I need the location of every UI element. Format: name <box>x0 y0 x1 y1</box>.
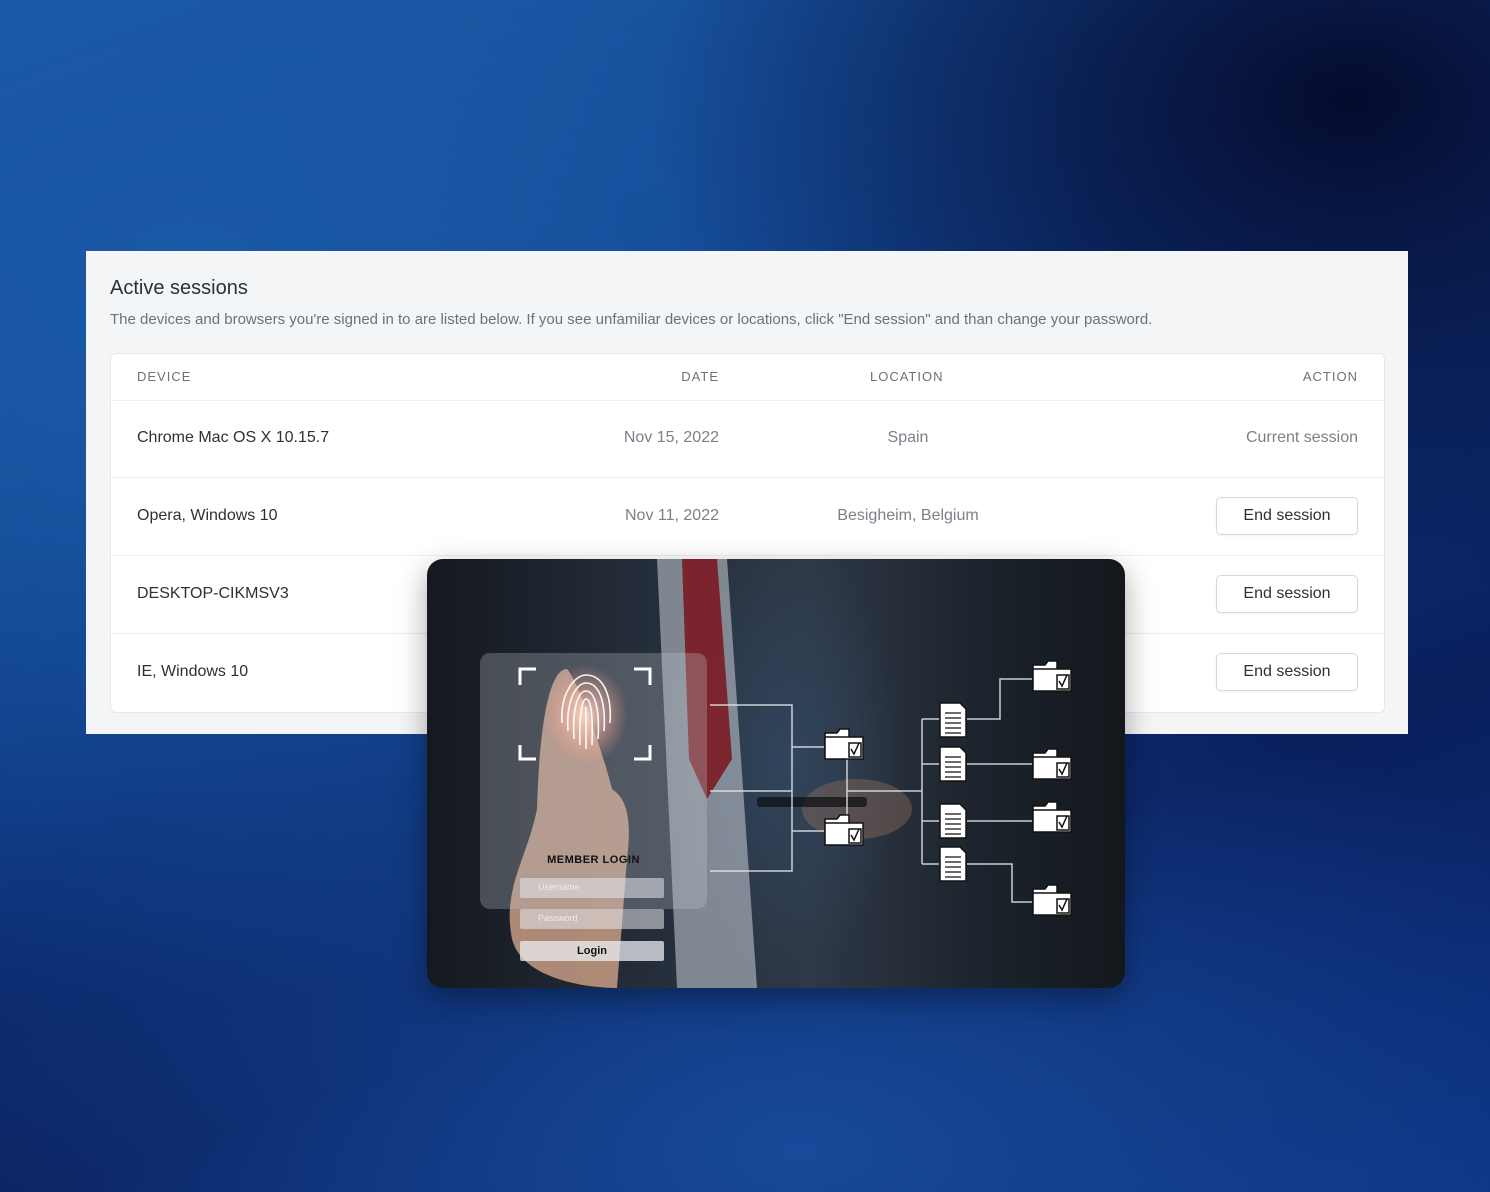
flow-lines <box>710 678 1032 903</box>
header-device: DEVICE <box>137 369 192 384</box>
session-location: Spain <box>887 429 929 446</box>
header-location: LOCATION <box>870 369 944 384</box>
table-row: Chrome Mac OS X 10.15.7 Nov 15, 2022 Spa… <box>111 400 1384 478</box>
fingerprint-icon <box>518 665 652 765</box>
login-button-illustration: Login <box>520 941 664 961</box>
password-field-illustration: Password <box>520 909 664 929</box>
table-row: Opera, Windows 10 Nov 11, 2022 Besigheim… <box>111 478 1384 556</box>
header-date: DATE <box>681 369 719 384</box>
phone-shape <box>757 797 867 807</box>
device-name: IE, Windows 10 <box>137 663 249 680</box>
username-field-illustration: Username <box>520 878 664 898</box>
session-date: Nov 11, 2022 <box>625 507 719 524</box>
header-action: ACTION <box>1302 369 1358 384</box>
current-session-label: Current session <box>1245 429 1358 446</box>
panel-title: Active sessions <box>110 277 248 299</box>
end-session-button[interactable]: End session <box>1216 575 1358 613</box>
panel-description: The devices and browsers you're signed i… <box>110 311 1153 328</box>
end-session-button[interactable]: End session <box>1216 653 1358 691</box>
login-title: MEMBER LOGIN <box>547 854 640 866</box>
security-illustration: MEMBER LOGIN Username Password Login <box>427 559 1125 988</box>
device-name: DESKTOP-CIKMSV3 <box>137 585 289 602</box>
session-location: Besigheim, Belgium <box>837 507 979 524</box>
login-card: MEMBER LOGIN Username Password Login <box>480 653 707 961</box>
device-name: Chrome Mac OS X 10.15.7 <box>137 429 330 446</box>
session-date: Nov 15, 2022 <box>623 429 719 446</box>
end-session-button[interactable]: End session <box>1216 497 1358 535</box>
table-header: DEVICE DATE LOCATION ACTION <box>111 354 1384 401</box>
document-icons <box>939 702 967 882</box>
device-name: Opera, Windows 10 <box>137 507 278 524</box>
